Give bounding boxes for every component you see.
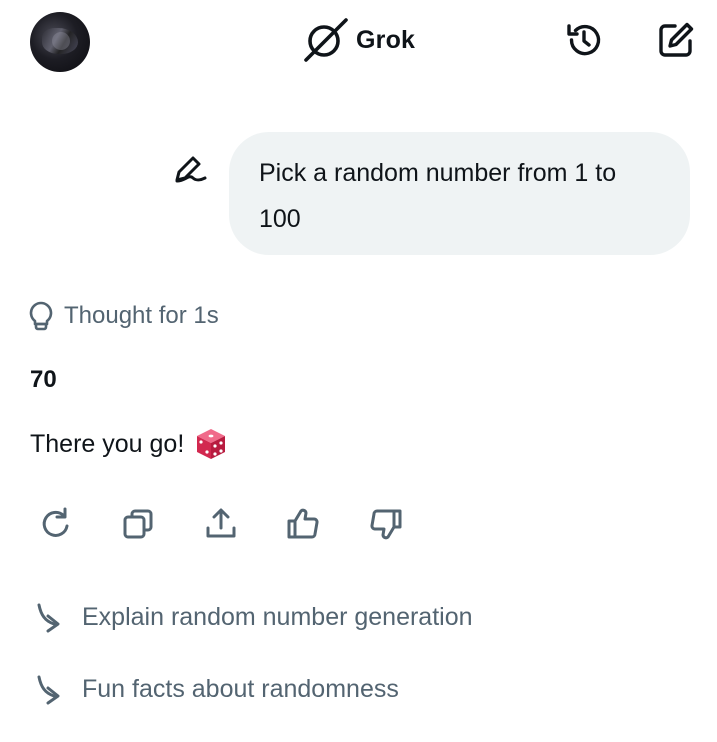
- suggestion-text: Explain random number generation: [82, 602, 473, 631]
- suggestion-item[interactable]: Fun facts about randomness: [30, 667, 399, 711]
- dislike-button[interactable]: [362, 500, 410, 548]
- thumbs-down-icon: [370, 509, 402, 540]
- copy-icon: [123, 509, 153, 539]
- regenerate-button[interactable]: [32, 500, 80, 548]
- answer-line: There you go!: [30, 424, 228, 464]
- grok-logo-icon: [304, 18, 348, 62]
- history-icon: [567, 24, 601, 56]
- new-chat-icon: [659, 22, 694, 57]
- share-icon: [206, 508, 236, 538]
- edit-message-icon: [175, 156, 207, 183]
- game-die-icon: [197, 429, 226, 459]
- answer-text: There you go!: [30, 429, 185, 458]
- thumbs-up-icon: [287, 508, 319, 539]
- edit-message-button[interactable]: [170, 152, 210, 188]
- history-button[interactable]: [562, 18, 606, 62]
- suggestion-text: Fun facts about randomness: [82, 674, 399, 703]
- refresh-icon: [42, 507, 69, 537]
- brand-name: Grok: [356, 25, 416, 54]
- brand: Grok: [302, 18, 415, 62]
- answer-number: 70: [30, 366, 57, 393]
- follow-up-arrow-icon: [37, 603, 60, 633]
- copy-button[interactable]: [114, 500, 162, 548]
- lightbulb-icon: [29, 301, 53, 331]
- follow-up-arrow-icon: [37, 675, 60, 705]
- grok-chat-screen: Grok Pick a random number from 1 to 100 …: [0, 0, 717, 742]
- suggestion-item[interactable]: Explain random number generation: [30, 595, 473, 639]
- share-button[interactable]: [197, 500, 245, 548]
- response-actions: [0, 500, 717, 548]
- user-message-bubble: Pick a random number from 1 to 100: [229, 132, 690, 255]
- thought-toggle[interactable]: Thought for 1s: [28, 296, 219, 336]
- user-avatar[interactable]: [30, 12, 90, 72]
- thought-label: Thought for 1s: [64, 302, 219, 329]
- new-chat-button[interactable]: [654, 18, 698, 62]
- like-button[interactable]: [279, 500, 327, 548]
